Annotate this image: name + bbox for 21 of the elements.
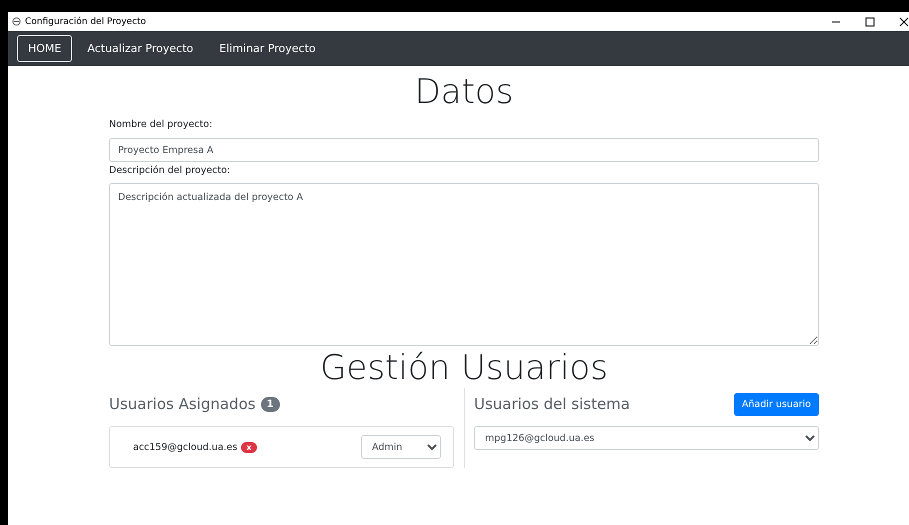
name-field[interactable]: Proyecto Empresa A — [109, 138, 819, 162]
app-icon — [12, 17, 21, 26]
user-select[interactable]: mpg126@gcloud.ua.es — [474, 426, 819, 450]
section-heading: Gestión Usuarios — [319, 348, 609, 388]
section-heading: Datos — [414, 72, 514, 112]
nav-link[interactable]: Actualizar Proyecto — [76, 35, 204, 62]
maximize-icon[interactable] — [865, 16, 875, 26]
count-badge: 1 — [260, 397, 280, 412]
panel-heading: Usuarios Asignados 1 — [109, 395, 280, 413]
field-label: Nombre del proyecto: — [109, 119, 214, 130]
close-icon[interactable] — [899, 16, 909, 26]
remove-button[interactable]: x — [241, 442, 257, 452]
window-title: Configuración del Proyecto — [25, 16, 148, 26]
nav-link[interactable]: Eliminar Proyecto — [208, 35, 327, 62]
role-select[interactable]: Admin — [361, 435, 441, 459]
user-email: acc159@gcloud.ua.es x — [133, 442, 257, 452]
field-label: Descripción del proyecto: — [109, 165, 232, 176]
panel-heading: Usuarios del sistema — [474, 395, 630, 413]
description-field[interactable]: Descripción actualizada del proyecto A — [109, 183, 819, 346]
nav-link[interactable]: HOME — [17, 35, 72, 62]
add-user-button[interactable]: Añadir usuario — [734, 392, 819, 416]
